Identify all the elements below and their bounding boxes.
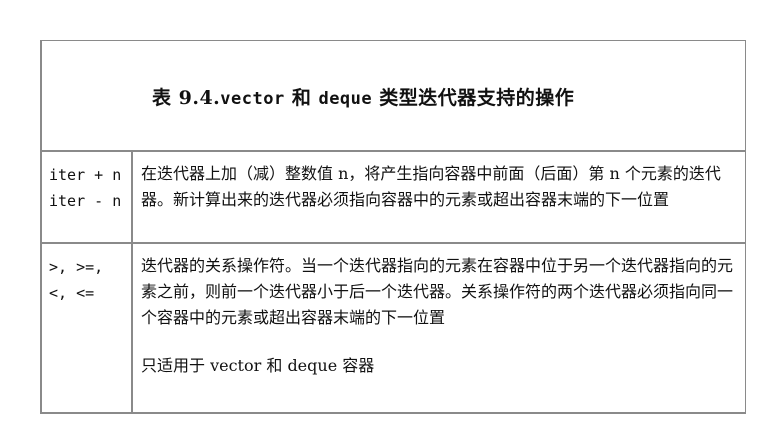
operator-less-le: <, <= xyxy=(49,284,95,302)
table-row-relational: >, >=, <, <= 迭代器的关系操作符。当一个迭代器指向的元素在容器中位于… xyxy=(42,244,745,412)
description-cell: 在迭代器上加（减）整数值 n，将产生指向容器中前面（后面）第 n 个元素的迭代器… xyxy=(133,152,745,242)
arithmetic-description: 在迭代器上加（减）整数值 n，将产生指向容器中前面（后面）第 n 个元素的迭代器… xyxy=(141,164,721,209)
table-title-row: 表 9.4.vector 和 deque 类型迭代器支持的操作 xyxy=(42,41,745,152)
operations-table: 表 9.4.vector 和 deque 类型迭代器支持的操作 iter + n… xyxy=(40,40,746,414)
title-conjunction: 和 xyxy=(284,87,319,109)
table-row-arithmetic: iter + n iter - n 在迭代器上加（减）整数值 n，将产生指向容器… xyxy=(42,152,745,244)
operator-cell: iter + n iter - n xyxy=(42,152,133,242)
operator-iter-minus-n: iter - n xyxy=(49,192,122,210)
title-code-deque: deque xyxy=(318,89,373,109)
title-prefix: 表 9.4. xyxy=(152,87,221,109)
table-title: 表 9.4.vector 和 deque 类型迭代器支持的操作 xyxy=(152,83,574,110)
operator-cell: >, >=, <, <= xyxy=(42,244,133,412)
title-suffix: 类型迭代器支持的操作 xyxy=(372,87,575,109)
description-cell: 迭代器的关系操作符。当一个迭代器指向的元素在容器中位于另一个迭代器指向的元素之前… xyxy=(133,244,745,412)
applicability-note: 只适用于 vector 和 deque 容器 xyxy=(141,356,375,375)
relational-description: 迭代器的关系操作符。当一个迭代器指向的元素在容器中位于另一个迭代器指向的元素之前… xyxy=(141,256,734,327)
operator-greater-ge: >, >=, xyxy=(49,258,104,276)
title-code-vector: vector xyxy=(220,89,285,109)
operator-iter-plus-n: iter + n xyxy=(49,166,122,184)
